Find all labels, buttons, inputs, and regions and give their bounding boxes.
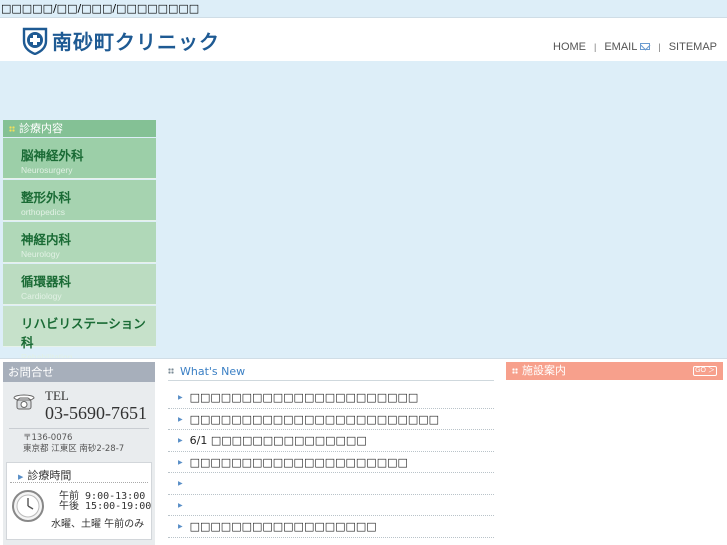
address: 〒136-0076 東京都 江東区 南砂2-28-7	[9, 428, 149, 455]
news-item[interactable]: ▶ 6/1 □□□□□□□□□□□□□□□	[168, 430, 494, 452]
nav-separator: |	[594, 42, 597, 52]
arrow-right-icon: ▶	[178, 480, 183, 487]
tel-label: TEL	[45, 388, 69, 403]
arrow-right-icon: ▶	[178, 394, 183, 401]
street-address: 東京都 江東区 南砂2-28-7	[23, 444, 125, 454]
news-item[interactable]: ▶ □□□□□□□□□□□□□□□□□□	[168, 516, 494, 538]
arrow-right-icon: ▶	[178, 458, 183, 466]
news-item[interactable]: ▶ □□□□□□□□□□□□□□□□□□□□□□□□	[168, 409, 494, 430]
clinic-name: 南砂町クリニック	[52, 30, 220, 54]
hours-pm: 午後 15:00-19:00	[59, 497, 151, 512]
arrow-right-icon: ▶	[178, 415, 183, 423]
breadcrumb: □□□□□/□□/□□□/□□□□□□□□	[0, 0, 727, 17]
sidebar-item-label: 整形外科	[21, 190, 72, 205]
arrow-right-icon: ▶	[178, 523, 183, 530]
hours-title: ▶ 診療時間	[10, 463, 148, 483]
news-list: ▶ □□□□□□□□□□□□□□□□□□□□□□ ▶ □□□□□□□□□□□□□□□…	[168, 387, 494, 538]
sidebar-item-sublabel: Neurosurgery	[21, 165, 73, 175]
site-logo[interactable]: 南砂町クリニック	[22, 26, 220, 55]
dots-bullet-icon	[168, 368, 174, 374]
news-item-text: □□□□□□□□□□□□□□□□□□□□□□	[189, 391, 419, 404]
tel-number[interactable]: 03-5690-7651	[45, 403, 147, 424]
sidebar-item-neurosurgery[interactable]: 脳神経外科 Neurosurgery	[3, 138, 156, 179]
email-link[interactable]: EMAIL	[604, 41, 651, 53]
sidebar-item-sublabel: Cardiology	[21, 291, 62, 301]
sidebar-header: 診療内容	[3, 120, 156, 137]
news-item[interactable]: ▶ □□□□□□□□□□□□□□□□□□□□□	[168, 452, 494, 473]
facility-header: 施設案内 GO ＞	[506, 362, 723, 380]
sidebar-item-rehabilitation[interactable]: リハビリステーション科 Rehabilitation	[3, 306, 156, 362]
news-item-text: □□□□□□□□□□□□□□□□□□□□□□□□	[189, 412, 440, 426]
email-link-label: EMAIL	[604, 41, 638, 53]
news-header: What's New	[168, 362, 494, 381]
facility-header-label: 施設案内	[522, 364, 566, 377]
postal-code: 〒136-0076	[23, 433, 73, 443]
sidebar-item-neurology[interactable]: 神経内科 Neurology	[3, 222, 156, 263]
telephone-icon	[13, 394, 35, 410]
clock-icon	[12, 490, 44, 522]
top-navigation: HOME | EMAIL | SITEMAP	[553, 41, 717, 53]
hours-note: 水曜、土曜 午前のみ	[51, 519, 145, 530]
arrow-right-icon: ▶	[178, 437, 183, 444]
news-item-text: 6/1 □□□□□□□□□□□□□□□	[189, 434, 367, 447]
news-header-label: What's New	[180, 364, 246, 378]
sidebar-item-label: 循環器科	[21, 274, 72, 289]
sidebar-item-label: 神経内科	[21, 232, 72, 247]
dots-bullet-icon	[9, 125, 15, 132]
news-item[interactable]: ▶	[168, 495, 494, 516]
sidebar-item-cardiology[interactable]: 循環器科 Cardiology	[3, 264, 156, 305]
sitemap-link[interactable]: SITEMAP	[669, 41, 717, 53]
hours-title-label: 診療時間	[27, 469, 72, 482]
sidebar-services: 診療内容 脳神経外科 Neurosurgery 整形外科 orthopedics…	[3, 120, 156, 362]
sidebar-header-label: 診療内容	[19, 122, 63, 135]
home-link[interactable]: HOME	[553, 41, 586, 53]
news-item-text: □□□□□□□□□□□□□□□□□□□□□	[189, 455, 408, 469]
contact-panel: お問合せ TEL 03-5690-7651 〒136-0076 東京都 江東区 …	[3, 362, 155, 545]
tel-block: TEL 03-5690-7651	[3, 382, 155, 428]
news-item-text: □□□□□□□□□□□□□□□□□□	[189, 520, 377, 533]
contact-header: お問合せ	[3, 362, 155, 382]
sidebar-item-sublabel: orthopedics	[21, 207, 65, 217]
news-item[interactable]: ▶ □□□□□□□□□□□□□□□□□□□□□□	[168, 387, 494, 409]
site-header: 南砂町クリニック HOME | EMAIL | SITEMAP	[0, 17, 727, 61]
dots-bullet-icon	[512, 368, 518, 374]
news-item[interactable]: ▶	[168, 473, 494, 495]
arrow-right-icon: ▶	[178, 501, 183, 509]
nav-separator: |	[658, 42, 661, 52]
pm-label: 午後	[59, 501, 79, 512]
whats-new-panel: What's New ▶ □□□□□□□□□□□□□□□□□□□□□□ ▶ □□□□…	[168, 362, 494, 538]
sidebar-item-orthopedics[interactable]: 整形外科 orthopedics	[3, 180, 156, 221]
pm-time: 15:00-19:00	[85, 501, 152, 512]
sidebar-item-label: 脳神経外科	[21, 148, 84, 163]
facility-go-button[interactable]: GO ＞	[693, 366, 717, 376]
arrow-right-icon: ▶	[18, 473, 24, 481]
hours-box: ▶ 診療時間 午前 9:00-13:00 午後 15:00-19:00 水曜、土曜…	[6, 462, 152, 540]
sidebar-item-label: リハビリステーション科	[21, 316, 146, 350]
medical-cross-shield-icon	[22, 27, 48, 55]
sidebar-item-sublabel: Neurology	[21, 249, 60, 259]
envelope-icon	[640, 43, 651, 50]
